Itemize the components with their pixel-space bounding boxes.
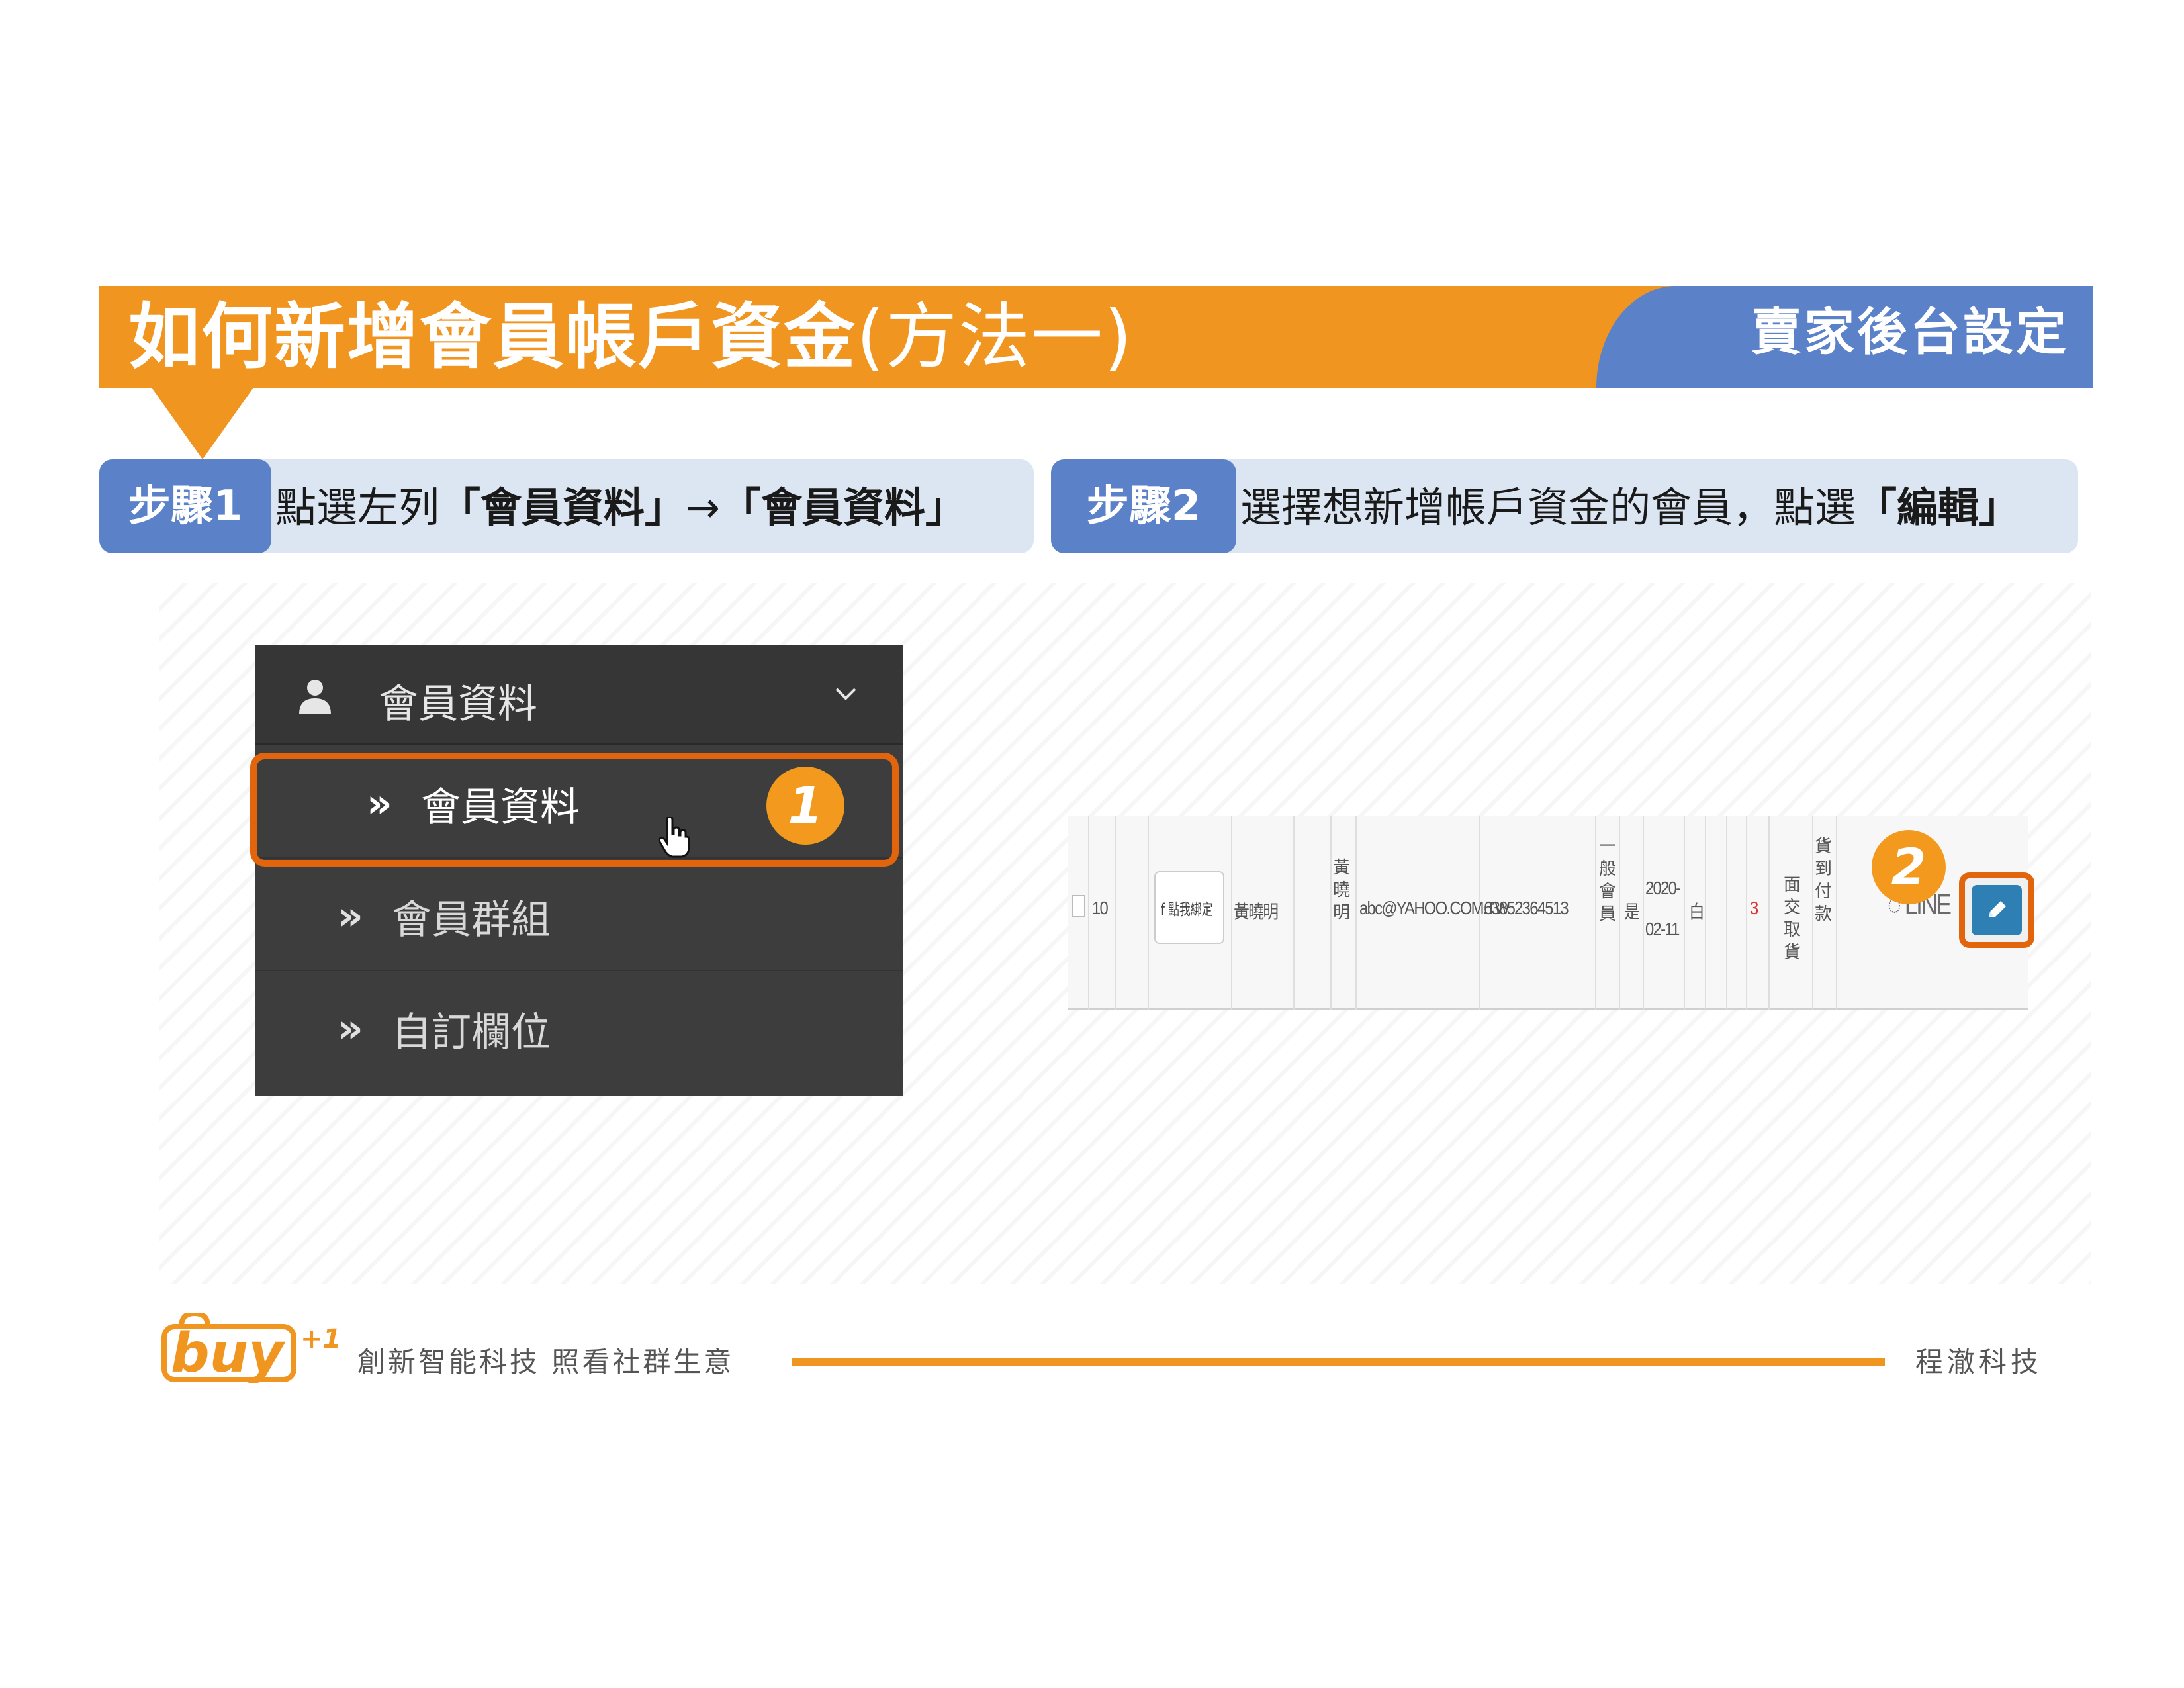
- payment-method: 貨到付款: [1814, 837, 1832, 924]
- sidebar-menu-screenshot: 會員資料 » 會員資料 » 會員群組 » 自訂欄位: [255, 645, 903, 1096]
- column-divider: [1231, 816, 1232, 1010]
- hand-cursor-icon: [658, 817, 690, 858]
- column-divider: [1619, 816, 1620, 1010]
- pickup-method: 面交取貨: [1783, 875, 1801, 962]
- step-1-bar: 步驟1 點選左列「會員資料」→「會員資料」: [99, 459, 1034, 553]
- step-1-text: 點選左列「會員資料」→「會員資料」: [275, 483, 966, 532]
- sidebar-item-label: 會員群組: [392, 897, 551, 943]
- column-divider: [1643, 816, 1644, 1010]
- facebook-bind-button[interactable]: f 點我綁定: [1154, 871, 1224, 944]
- buy-plus-one-logo: buy +1: [161, 1313, 341, 1385]
- title-banner: 如何新增會員帳戶資金(方法一) 賣家後台設定: [99, 286, 2093, 388]
- footer-divider: [792, 1358, 1885, 1366]
- order-count: 3: [1750, 898, 1758, 918]
- edit-button[interactable]: [1972, 885, 2022, 935]
- callout-badge-2: 2: [1872, 830, 1946, 904]
- member-name: 黃曉明: [1234, 902, 1279, 922]
- row-index: 10: [1092, 898, 1109, 918]
- column-divider: [1088, 816, 1089, 1010]
- callout-badge-1: 1: [766, 767, 844, 845]
- column-divider: [1293, 816, 1295, 1010]
- column-divider: [1768, 816, 1770, 1010]
- menu-group-member-data[interactable]: 會員資料: [255, 645, 903, 745]
- double-chevron-icon: »: [338, 893, 363, 939]
- column-divider: [1746, 816, 1747, 1010]
- member-type: 一般會員: [1598, 837, 1616, 924]
- page-title: 如何新增會員帳戶資金(方法一): [128, 296, 1134, 379]
- column-divider: [1355, 816, 1357, 1010]
- column-divider: [1836, 816, 1837, 1010]
- row-checkbox[interactable]: [1072, 895, 1085, 917]
- yes-flag: 是: [1624, 902, 1640, 922]
- date-line-1: 2020-: [1645, 878, 1681, 898]
- svg-text:+1: +1: [300, 1324, 341, 1354]
- column-divider: [1148, 816, 1149, 1010]
- column-divider: [1595, 816, 1596, 1010]
- white-tag: 白: [1689, 902, 1705, 922]
- step-1-badge: 步驟1: [99, 459, 271, 553]
- column-divider: [1684, 816, 1685, 1010]
- sidebar-item-member-groups[interactable]: » 會員群組: [255, 859, 903, 971]
- sidebar-item-label: 自訂欄位: [392, 1009, 551, 1056]
- pencil-icon: [1989, 901, 2006, 917]
- footer-company-name: 程澈科技: [1915, 1346, 2043, 1378]
- column-divider: [1115, 816, 1116, 1010]
- user-icon: [299, 680, 331, 714]
- double-chevron-icon: »: [338, 1006, 363, 1052]
- step-2-badge: 步驟2: [1051, 459, 1236, 553]
- column-divider: [1705, 816, 1706, 1010]
- menu-group-label: 會員資料: [379, 681, 537, 727]
- footer-slogan: 創新智能科技 照看社群生意: [357, 1346, 735, 1378]
- section-tag: 賣家後台設定: [1751, 303, 2069, 361]
- date-line-2: 02-11: [1645, 919, 1680, 939]
- column-divider: [1726, 816, 1727, 1010]
- sidebar-item-custom-fields[interactable]: » 自訂欄位: [255, 971, 903, 1084]
- member-phone: 63852364513: [1484, 898, 1569, 918]
- svg-text:buy: buy: [171, 1322, 286, 1385]
- step-2-text: 選擇想新增帳戶資金的會員，點選「編輯」: [1240, 483, 2021, 532]
- highlight-box-2: [1959, 872, 2034, 948]
- step-2-bar: 步驟2 選擇想新增帳戶資金的會員，點選「編輯」: [1051, 459, 2078, 553]
- member-name-vertical: 黃曉明: [1332, 858, 1350, 923]
- chevron-down-icon[interactable]: [833, 684, 859, 704]
- banner-pointer: [151, 387, 254, 459]
